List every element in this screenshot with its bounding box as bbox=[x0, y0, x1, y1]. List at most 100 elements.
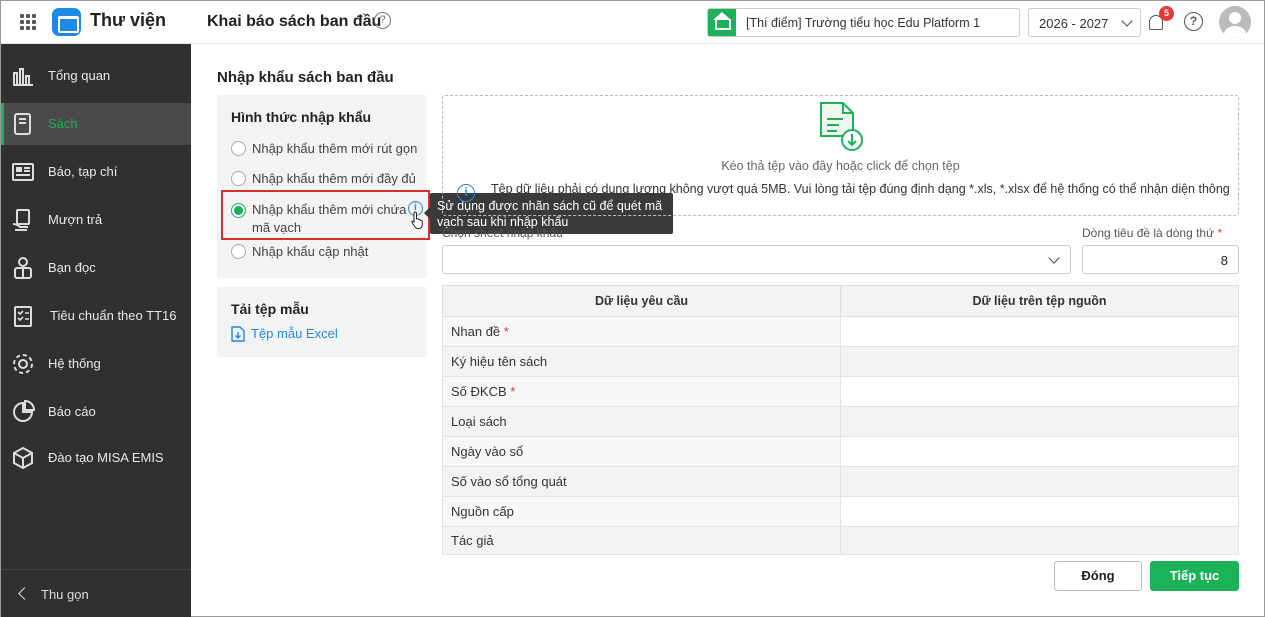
radio-label: Nhập khẩu thêm mới rút gọn bbox=[252, 141, 418, 156]
field-mapping-table: Dữ liệu yêu cầu Dữ liệu trên tệp nguồn N… bbox=[442, 285, 1239, 555]
field-name-cell: Tác giả bbox=[442, 526, 841, 555]
radio-button[interactable] bbox=[231, 141, 246, 156]
reader-icon bbox=[14, 257, 32, 279]
book-icon bbox=[14, 113, 31, 135]
notification-count-badge: 5 bbox=[1159, 6, 1174, 21]
template-panel: Tải tệp mẫu Tệp mẫu Excel bbox=[217, 287, 427, 357]
sidebar-item-newspapers[interactable]: Báo, tạp chí bbox=[1, 151, 191, 193]
sidebar-item-label: Sách bbox=[48, 116, 78, 131]
file-dropzone[interactable]: Kéo thả tệp vào đây hoặc click để chọn t… bbox=[442, 95, 1239, 216]
download-file-icon bbox=[231, 326, 245, 342]
pie-chart-icon bbox=[13, 400, 35, 422]
source-select-cell[interactable] bbox=[840, 466, 1239, 497]
page-help-icon[interactable]: ? bbox=[374, 12, 391, 29]
table-row: Ngày vào sổ bbox=[442, 436, 1239, 467]
sidebar-item-label: Tiêu chuẩn theo TT16 bbox=[50, 308, 177, 323]
table-row: Tác giả bbox=[442, 526, 1239, 555]
school-name: [Thí điểm] Trường tiểu học Edu Platform … bbox=[746, 16, 981, 30]
radio-button[interactable] bbox=[231, 171, 246, 186]
field-name-cell: Ký hiệu tên sách bbox=[442, 346, 841, 377]
sidebar-item-label: Mượn trả bbox=[48, 212, 103, 227]
school-year-value: 2026 - 2027 bbox=[1039, 16, 1109, 31]
radio-button[interactable] bbox=[231, 244, 246, 259]
header-row-label: Dòng tiêu đề là dòng thứ * bbox=[1082, 226, 1222, 240]
table-row: Nhan đề * bbox=[442, 316, 1239, 347]
sidebar-item-reports[interactable]: Báo cáo bbox=[1, 391, 191, 433]
field-label: Nhan đề bbox=[451, 324, 501, 339]
sidebar-item-label: Tổng quan bbox=[48, 68, 111, 83]
header-row-label-text: Dòng tiêu đề là dòng thứ bbox=[1082, 226, 1215, 240]
import-title: Nhập khẩu sách ban đầu bbox=[217, 69, 394, 86]
sheet-select[interactable] bbox=[442, 245, 1071, 274]
table-row: Ký hiệu tên sách bbox=[442, 346, 1239, 377]
close-button[interactable]: Đóng bbox=[1054, 561, 1142, 591]
col-required-header: Dữ liệu yêu cầu bbox=[442, 285, 841, 317]
source-select-cell[interactable] bbox=[840, 496, 1239, 527]
field-label: Số vào sổ tổng quát bbox=[451, 474, 567, 489]
library-logo-icon bbox=[52, 8, 81, 36]
apps-grid-icon[interactable] bbox=[20, 14, 36, 30]
file-download-icon bbox=[820, 102, 863, 151]
file-note-text: Tệp dữ liệu phải có dung lượng không vượ… bbox=[491, 182, 1230, 196]
required-mark: * bbox=[510, 384, 516, 399]
field-label: Ký hiệu tên sách bbox=[451, 354, 548, 369]
cube-icon bbox=[13, 446, 33, 470]
table-row: Loại sách bbox=[442, 406, 1239, 437]
field-name-cell: Ngày vào sổ bbox=[442, 436, 841, 467]
table-row: Số ĐKCB * bbox=[442, 376, 1239, 407]
info-icon: i bbox=[457, 184, 475, 202]
import-type-heading: Hình thức nhập khẩu bbox=[231, 109, 372, 125]
field-name-cell: Loại sách bbox=[442, 406, 841, 437]
sidebar-collapse-button[interactable]: Thu gọn bbox=[1, 569, 191, 617]
page-title: Khai báo sách ban đầu bbox=[207, 13, 382, 30]
sidebar-item-overview[interactable]: Tổng quan bbox=[1, 55, 191, 97]
sidebar-item-label: Hệ thống bbox=[48, 356, 101, 371]
sidebar-item-readers[interactable]: Bạn đọc bbox=[1, 247, 191, 289]
header-row-input[interactable]: 8 bbox=[1082, 245, 1239, 274]
source-select-cell[interactable] bbox=[840, 406, 1239, 437]
radio-label: Nhập khẩu thêm mới đầy đủ bbox=[252, 171, 416, 186]
sidebar-item-label: Báo, tạp chí bbox=[48, 164, 118, 179]
sidebar-item-label: Đào tạo MISA EMIS bbox=[48, 450, 164, 465]
gear-icon bbox=[13, 354, 33, 374]
source-select-cell[interactable] bbox=[840, 436, 1239, 467]
sidebar-item-system[interactable]: Hệ thống bbox=[1, 343, 191, 385]
table-row: Nguồn cấp bbox=[442, 496, 1239, 527]
sidebar-item-label: Báo cáo bbox=[48, 404, 96, 419]
user-avatar[interactable] bbox=[1219, 6, 1251, 38]
school-year-select[interactable]: 2026 - 2027 bbox=[1028, 8, 1141, 37]
dropzone-text: Kéo thả tệp vào đây hoặc click để chọn t… bbox=[721, 159, 960, 173]
hand-book-icon bbox=[12, 209, 30, 231]
help-icon[interactable]: ? bbox=[1184, 12, 1203, 31]
collapse-label: Thu gọn bbox=[41, 587, 89, 602]
template-link-label: Tệp mẫu Excel bbox=[251, 326, 338, 341]
school-icon bbox=[708, 9, 736, 36]
source-select-cell[interactable] bbox=[840, 526, 1239, 555]
radio-label: Nhập khẩu cập nhật bbox=[252, 244, 369, 259]
field-name-cell: Nguồn cấp bbox=[442, 496, 841, 527]
school-selector[interactable]: [Thí điểm] Trường tiểu học Edu Platform … bbox=[707, 8, 1020, 37]
source-select-cell[interactable] bbox=[840, 316, 1239, 347]
sidebar-item-books[interactable]: Sách bbox=[1, 103, 191, 145]
chevron-left-icon bbox=[18, 587, 31, 600]
field-label: Nguồn cấp bbox=[451, 504, 514, 519]
sidebar-item-training[interactable]: Đào tạo MISA EMIS bbox=[1, 437, 191, 479]
table-row: Số vào sổ tổng quát bbox=[442, 466, 1239, 497]
field-label: Ngày vào sổ bbox=[451, 444, 524, 459]
field-name-cell: Số ĐKCB * bbox=[442, 376, 841, 407]
app-title: Thư viện bbox=[90, 10, 167, 30]
sidebar-item-borrow-return[interactable]: Mượn trả bbox=[1, 199, 191, 241]
newspaper-icon bbox=[12, 163, 34, 181]
chart-bar-icon bbox=[13, 68, 33, 86]
source-select-cell[interactable] bbox=[840, 376, 1239, 407]
continue-button[interactable]: Tiếp tục bbox=[1150, 561, 1239, 591]
required-mark: * bbox=[1217, 226, 1223, 240]
sidebar-item-standards[interactable]: Tiêu chuẩn theo TT16 bbox=[1, 295, 191, 337]
col-source-header: Dữ liệu trên tệp nguồn bbox=[840, 285, 1239, 317]
file-note: i Tệp dữ liệu phải có dung lượng không v… bbox=[457, 182, 1230, 208]
hand-cursor-icon bbox=[411, 211, 423, 229]
source-select-cell[interactable] bbox=[840, 346, 1239, 377]
checklist-icon bbox=[14, 306, 32, 327]
field-name-cell: Số vào sổ tổng quát bbox=[442, 466, 841, 497]
required-mark: * bbox=[503, 324, 509, 339]
